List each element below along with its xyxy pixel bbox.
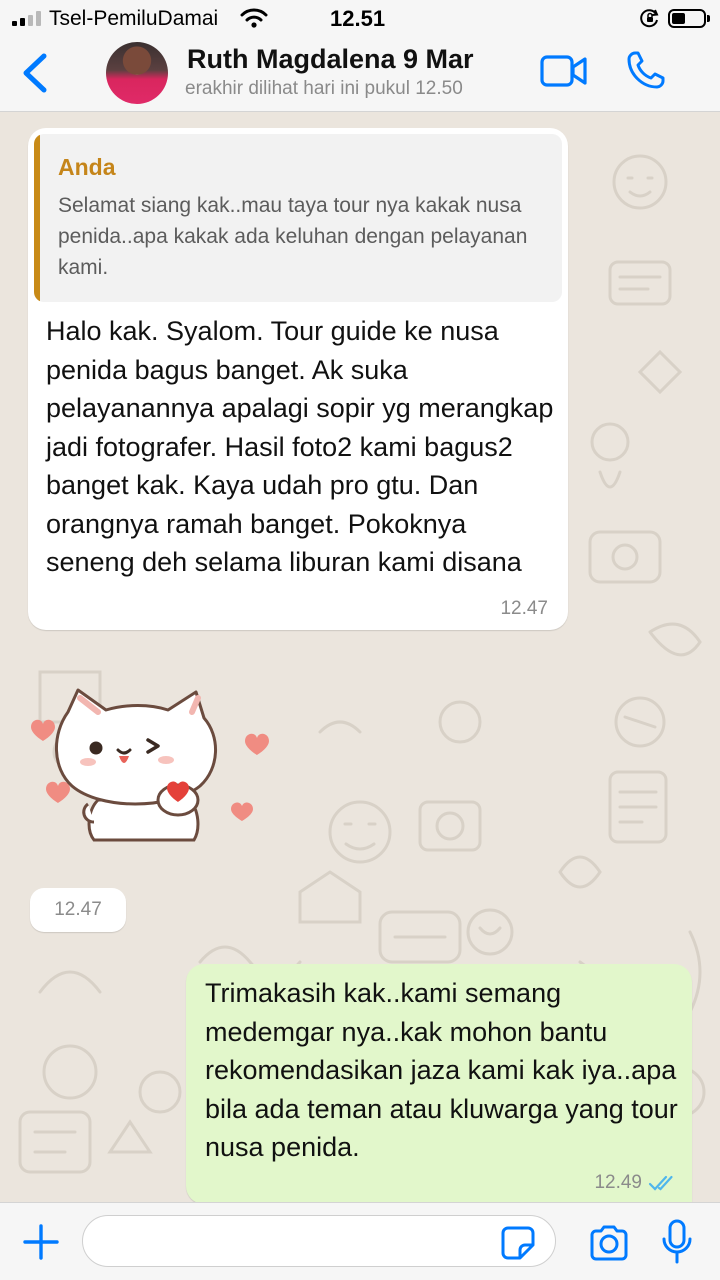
message-input[interactable] bbox=[82, 1215, 556, 1267]
chat-header: Ruth Magdalena 9 Mar erakhir dilihat har… bbox=[0, 36, 720, 112]
battery-icon bbox=[668, 9, 710, 28]
read-receipt-icon bbox=[648, 1174, 676, 1192]
sticker-icon bbox=[501, 1226, 535, 1260]
heart-icon bbox=[46, 781, 70, 803]
chat-area[interactable]: Anda Selamat siang kak..mau taya tour ny… bbox=[0, 112, 720, 1202]
sticker-timestamp: 12.47 bbox=[30, 888, 126, 932]
video-camera-icon bbox=[540, 55, 587, 87]
message-timestamp: 12.49 bbox=[594, 1172, 642, 1193]
video-call-button[interactable] bbox=[540, 54, 588, 88]
incoming-message-bubble[interactable]: Anda Selamat siang kak..mau taya tour ny… bbox=[28, 128, 568, 630]
camera-button[interactable] bbox=[588, 1225, 630, 1261]
outgoing-message-bubble[interactable]: Trimakasih kak..kami semang medemgar nya… bbox=[186, 964, 692, 1202]
outgoing-message-text: Trimakasih kak..kami semang medemgar nya… bbox=[205, 978, 678, 1162]
signal-strength-icon bbox=[12, 10, 42, 26]
attach-button[interactable] bbox=[22, 1223, 60, 1261]
phone-icon bbox=[627, 51, 665, 89]
chevron-left-icon bbox=[23, 53, 47, 93]
carrier-name: Tsel-PemiluDamai bbox=[49, 7, 219, 30]
heart-icon bbox=[245, 733, 269, 755]
voice-call-button[interactable] bbox=[626, 50, 666, 90]
status-bar: Tsel-PemiluDamai 12.51 bbox=[0, 0, 720, 36]
cat-heart-sticker[interactable] bbox=[28, 682, 273, 847]
microphone-icon bbox=[662, 1219, 692, 1264]
quote-author: Anda bbox=[58, 154, 116, 180]
quoted-message[interactable]: Anda Selamat siang kak..mau taya tour ny… bbox=[34, 134, 562, 302]
plus-icon bbox=[23, 1224, 59, 1260]
last-seen-status: erakhir dilihat hari ini pukul 12.50 bbox=[185, 78, 463, 99]
status-clock: 12.51 bbox=[330, 6, 386, 31]
quote-accent-bar bbox=[34, 134, 40, 302]
avatar[interactable] bbox=[106, 42, 168, 104]
camera-icon bbox=[590, 1225, 628, 1261]
back-button[interactable] bbox=[16, 50, 56, 96]
message-timestamp: 12.47 bbox=[500, 598, 548, 619]
voice-message-button[interactable] bbox=[660, 1219, 694, 1265]
orientation-lock-icon bbox=[640, 8, 660, 28]
heart-icon bbox=[31, 719, 55, 741]
incoming-message-text: Halo kak. Syalom. Tour guide ke nusa pen… bbox=[46, 316, 554, 577]
heart-icon bbox=[231, 802, 253, 821]
wifi-icon bbox=[240, 8, 268, 28]
message-input-bar bbox=[0, 1202, 720, 1280]
contact-name[interactable]: Ruth Magdalena 9 Mar bbox=[187, 44, 474, 75]
sticker-button[interactable] bbox=[500, 1225, 536, 1261]
quote-text: Selamat siang kak..mau taya tour nya kak… bbox=[58, 194, 528, 279]
